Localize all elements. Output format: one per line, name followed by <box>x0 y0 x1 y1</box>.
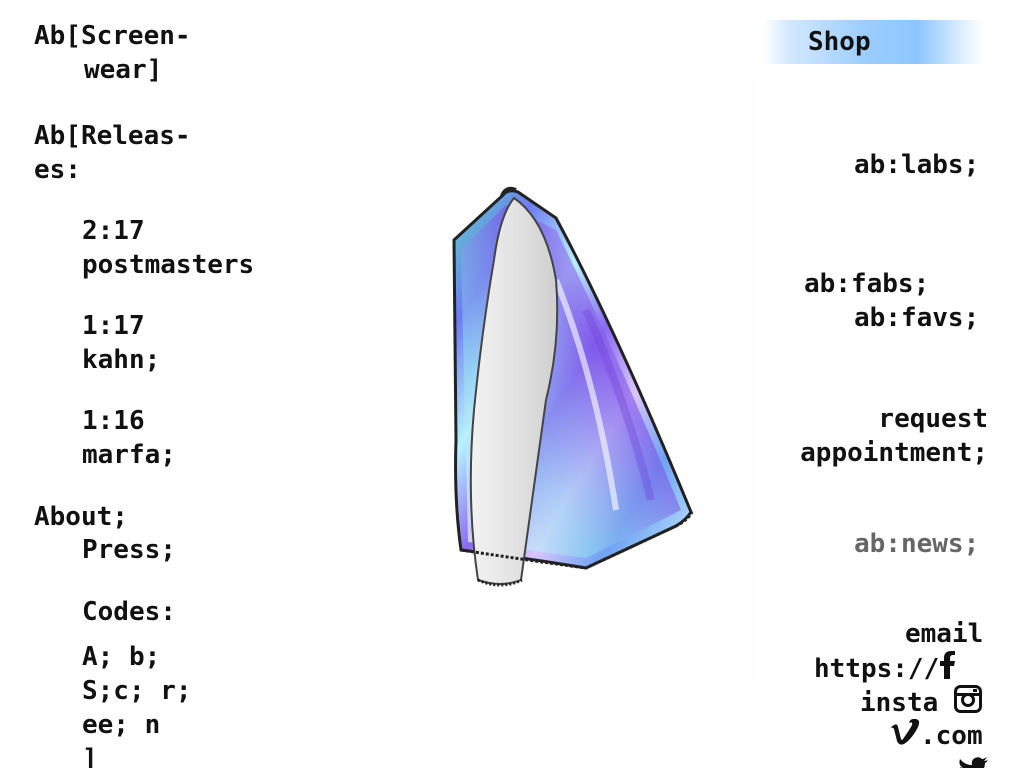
about-link[interactable]: About; <box>34 500 128 534</box>
releases-line-1: Ab[Releas- <box>34 121 191 151</box>
vimeo-icon[interactable] <box>890 718 920 754</box>
request-line-1: request <box>878 404 988 434</box>
twitter-row <box>958 755 988 768</box>
https-text: https:// <box>814 654 940 684</box>
releases-line-2: es: <box>34 155 81 185</box>
release-item-kahn[interactable]: 1:17 kahn; <box>82 309 160 377</box>
facebook-icon[interactable] <box>939 651 957 688</box>
release-date: 1:16 <box>82 406 145 436</box>
facebook-row: https:// <box>814 651 957 688</box>
codes-line: S;c; r; <box>82 676 192 706</box>
release-item-marfa[interactable]: 1:16 marfa; <box>82 404 176 472</box>
codes-line: ] <box>82 744 98 768</box>
release-date: 2:17 <box>82 216 145 246</box>
email-link[interactable]: email <box>905 617 983 651</box>
release-name: kahn; <box>82 345 161 375</box>
releases-link[interactable]: Ab[Releas- es: <box>34 119 191 187</box>
twitter-icon[interactable] <box>958 756 988 768</box>
favs-link[interactable]: ab:favs; <box>854 301 979 335</box>
brand-line-2: wear] <box>84 55 163 85</box>
brand-line-1: Ab[Screen- <box>34 21 191 51</box>
dotcom-text: .com <box>920 721 983 751</box>
fabs-link[interactable]: ab:fabs; <box>804 267 929 301</box>
shop-button[interactable]: Shop <box>763 20 985 64</box>
labs-link[interactable]: ab:labs; <box>854 148 979 182</box>
product-image[interactable] <box>256 80 756 680</box>
codes-line: ee; n <box>82 710 161 740</box>
codes-line: A; b; <box>82 642 161 672</box>
news-link[interactable]: ab:news; <box>854 527 979 561</box>
shop-label: Shop <box>808 27 871 57</box>
release-date: 1:17 <box>82 311 145 341</box>
instagram-icon[interactable] <box>953 685 982 722</box>
insta-text: insta <box>860 688 939 718</box>
codes-heading: Codes: <box>82 597 176 627</box>
request-appointment-link[interactable]: request appointment; <box>786 402 988 470</box>
release-item-postmasters[interactable]: 2:17 postmasters; <box>82 214 270 282</box>
codes-list: A; b; S;c; r; ee; n ] <box>82 640 192 768</box>
release-name: postmasters; <box>82 250 270 280</box>
release-name: marfa; <box>82 440 176 470</box>
instagram-row: insta <box>860 685 982 722</box>
vimeo-row: .com <box>890 718 983 754</box>
request-line-2: appointment; <box>800 438 988 468</box>
press-link[interactable]: Press; <box>82 533 176 567</box>
jacket-illustration <box>452 186 694 587</box>
brand-link[interactable]: Ab[Screen- wear] <box>34 19 191 87</box>
